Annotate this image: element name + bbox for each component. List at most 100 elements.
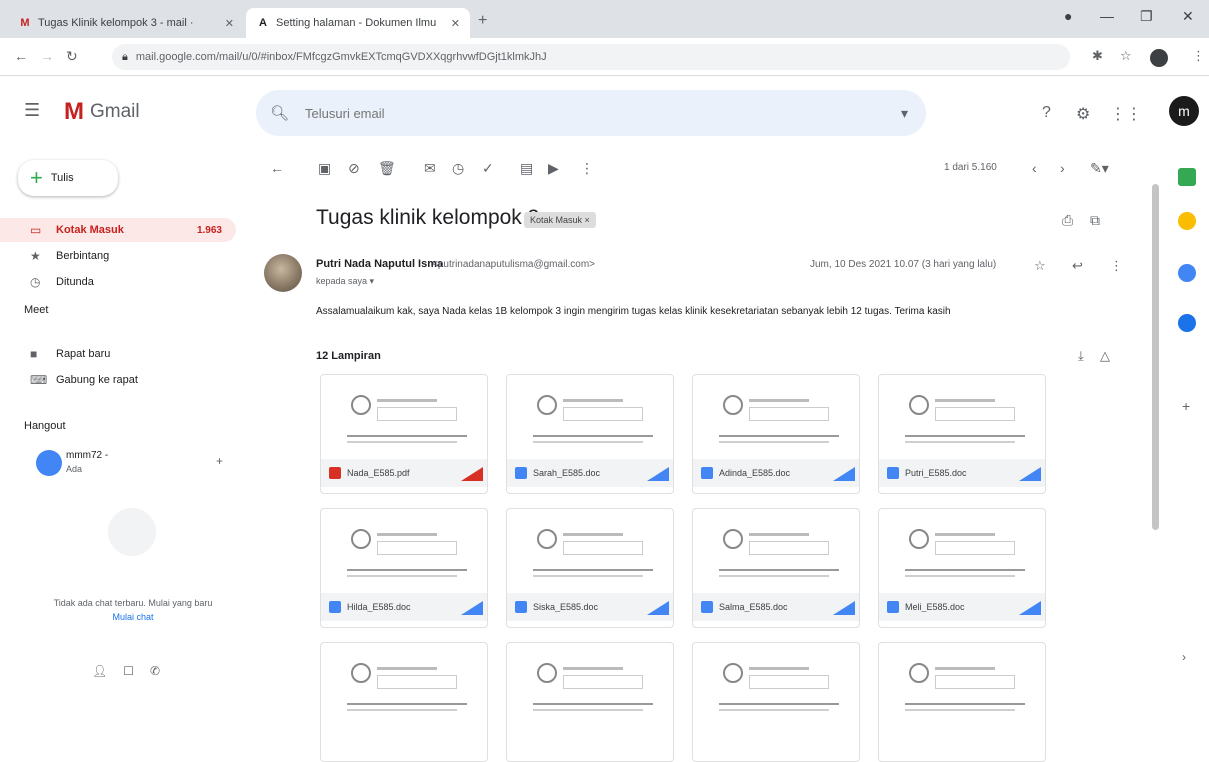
- extension-icon[interactable]: ✱: [1092, 48, 1103, 64]
- search-icon[interactable]: 🔍︎: [270, 104, 289, 122]
- apps-grid-icon[interactable]: ⋮⋮: [1110, 104, 1142, 124]
- move-to-icon[interactable]: ▤: [520, 160, 533, 177]
- attachment-card[interactable]: Meli_E585.doc: [878, 508, 1046, 628]
- close-tab-icon[interactable]: ✕: [451, 17, 460, 30]
- attachment-filename: Nada_E585.pdf: [347, 468, 410, 478]
- attachment-filename-bar: Nada_E585.pdf: [321, 459, 487, 487]
- attachment-card[interactable]: Siska_E585.doc: [506, 508, 674, 628]
- new-tab-button[interactable]: +: [478, 12, 487, 30]
- label-icon[interactable]: ▶: [548, 160, 559, 177]
- inbox-label-chip[interactable]: Kotak Masuk ×: [524, 212, 596, 228]
- bookmark-star-icon[interactable]: ☆: [1120, 48, 1132, 64]
- add-to-tasks-icon[interactable]: ✓: [482, 160, 494, 177]
- sidebar-item-new-meeting[interactable]: ■ Rapat baru: [0, 342, 236, 366]
- preview-line: [563, 533, 623, 536]
- add-addon-icon[interactable]: +: [1182, 398, 1190, 414]
- tab-title: Tugas Klinik kelompok 3 - mail ·: [38, 17, 194, 29]
- mark-unread-icon[interactable]: ✉: [424, 160, 436, 177]
- input-tools-icon[interactable]: ✎▾: [1090, 160, 1109, 177]
- settings-gear-icon[interactable]: ⚙: [1076, 104, 1090, 124]
- start-chat-link[interactable]: Mulai chat: [40, 612, 226, 622]
- scrollbar[interactable]: [1152, 184, 1159, 530]
- browser-tab-gmail[interactable]: M Tugas Klinik kelompok 3 - mail · ✕: [8, 8, 244, 38]
- preview-line: [347, 703, 467, 705]
- preview-line: [935, 533, 995, 536]
- close-window-button[interactable]: ✕: [1182, 8, 1194, 25]
- contacts-icon[interactable]: [1178, 314, 1196, 332]
- preview-line: [905, 435, 1025, 437]
- doc-file-icon: [887, 467, 899, 479]
- add-to-drive-icon[interactable]: △: [1100, 348, 1110, 364]
- attachment-card[interactable]: Hilda_E585.doc: [320, 508, 488, 628]
- reply-icon[interactable]: ↩: [1072, 258, 1083, 274]
- attachment-filename-bar: Siska_E585.doc: [507, 593, 673, 621]
- attachment-card[interactable]: Putri_E585.doc: [878, 374, 1046, 494]
- newer-chevron-icon[interactable]: ‹: [1032, 160, 1037, 176]
- support-icon[interactable]: ?: [1042, 104, 1051, 122]
- star-icon[interactable]: ☆: [1034, 258, 1046, 274]
- archive-icon[interactable]: ▣: [318, 160, 331, 177]
- attachment-preview: [515, 651, 665, 721]
- snooze-icon[interactable]: ◷: [452, 160, 464, 177]
- emblem-icon: [351, 529, 371, 549]
- forward-arrow-icon[interactable]: →: [40, 48, 54, 64]
- gmail-logo[interactable]: M Gmail: [64, 98, 140, 126]
- attachment-card[interactable]: [878, 642, 1046, 762]
- attachment-card[interactable]: [320, 642, 488, 762]
- account-avatar[interactable]: m: [1169, 96, 1199, 126]
- calendar-icon[interactable]: [1178, 168, 1196, 186]
- main-menu-icon[interactable]: ☰: [24, 100, 40, 121]
- older-chevron-icon[interactable]: ›: [1060, 160, 1065, 176]
- recipient-dropdown[interactable]: kepada saya ▾: [316, 276, 374, 287]
- attachment-preview: [701, 517, 851, 587]
- attachment-card[interactable]: [692, 642, 860, 762]
- search-input[interactable]: [305, 105, 866, 121]
- attachment-card[interactable]: Adinda_E585.doc: [692, 374, 860, 494]
- search-options-icon[interactable]: ▾: [901, 105, 908, 122]
- print-icon[interactable]: ⎙: [1062, 212, 1073, 229]
- hangouts-contact[interactable]: mmm72 - Ada +: [36, 448, 236, 484]
- person-icon[interactable]: 👤︎: [92, 664, 107, 678]
- attachment-card[interactable]: Salma_E585.doc: [692, 508, 860, 628]
- back-to-inbox-icon[interactable]: ←: [270, 160, 284, 176]
- tasks-icon[interactable]: [1178, 264, 1196, 282]
- open-new-window-icon[interactable]: ⧉: [1090, 212, 1100, 229]
- sidebar-item-inbox[interactable]: ▭ Kotak Masuk 1.963: [0, 218, 236, 242]
- sidebar-item-join-meeting[interactable]: ⌨ Gabung ke rapat: [0, 368, 236, 392]
- maximize-button[interactable]: ❐: [1140, 8, 1153, 25]
- attachment-preview: [515, 517, 665, 587]
- emblem-icon: [909, 663, 929, 683]
- sidebar-item-starred[interactable]: ★ Berbintang: [0, 244, 236, 268]
- delete-icon[interactable]: 🗑︎: [378, 160, 396, 177]
- close-tab-icon[interactable]: ✕: [225, 17, 234, 30]
- sidebar-item-label: Berbintang: [56, 250, 110, 262]
- preview-box: [563, 407, 643, 421]
- attachment-preview: [701, 383, 851, 453]
- chat-icon[interactable]: ☐: [123, 664, 134, 678]
- attachment-card[interactable]: [506, 642, 674, 762]
- browser-profile-icon[interactable]: [1150, 49, 1168, 67]
- download-all-icon[interactable]: ⤓: [1078, 348, 1084, 364]
- more-actions-icon[interactable]: ⋮: [580, 160, 594, 177]
- reload-icon[interactable]: ↻: [66, 48, 78, 65]
- browser-menu-icon[interactable]: ⋮: [1192, 48, 1205, 64]
- add-contact-icon[interactable]: +: [216, 454, 223, 468]
- message-toolbar: ← ▣ ⊘ 🗑︎ ✉ ◷ ✓ ▤ ▶ ⋮ 1 dari 5.160 ‹ › ✎▾: [256, 150, 1146, 190]
- clock-icon: ◷: [30, 275, 41, 289]
- url-bar[interactable]: 🔒︎ mail.google.com/mail/u/0/#inbox/FMfcg…: [112, 44, 1070, 70]
- sidebar-item-snoozed[interactable]: ◷ Ditunda: [0, 270, 236, 294]
- phone-icon[interactable]: ✆: [150, 664, 160, 678]
- browser-tab-docs[interactable]: A Setting halaman - Dokumen Ilmu ✕: [246, 8, 470, 38]
- attachment-card[interactable]: Sarah_E585.doc: [506, 374, 674, 494]
- profile-menu-icon[interactable]: ●: [1064, 8, 1072, 24]
- compose-button[interactable]: + Tulis: [18, 160, 118, 196]
- more-options-icon[interactable]: ⋮: [1110, 258, 1123, 274]
- expand-panel-icon[interactable]: ›: [1182, 650, 1186, 664]
- attachment-card[interactable]: Nada_E585.pdf: [320, 374, 488, 494]
- back-arrow-icon[interactable]: ←: [14, 48, 28, 64]
- preview-line: [905, 575, 1015, 577]
- attachment-filename: Hilda_E585.doc: [347, 602, 411, 612]
- minimize-button[interactable]: —: [1100, 8, 1114, 24]
- report-spam-icon[interactable]: ⊘: [348, 160, 360, 177]
- keep-icon[interactable]: [1178, 212, 1196, 230]
